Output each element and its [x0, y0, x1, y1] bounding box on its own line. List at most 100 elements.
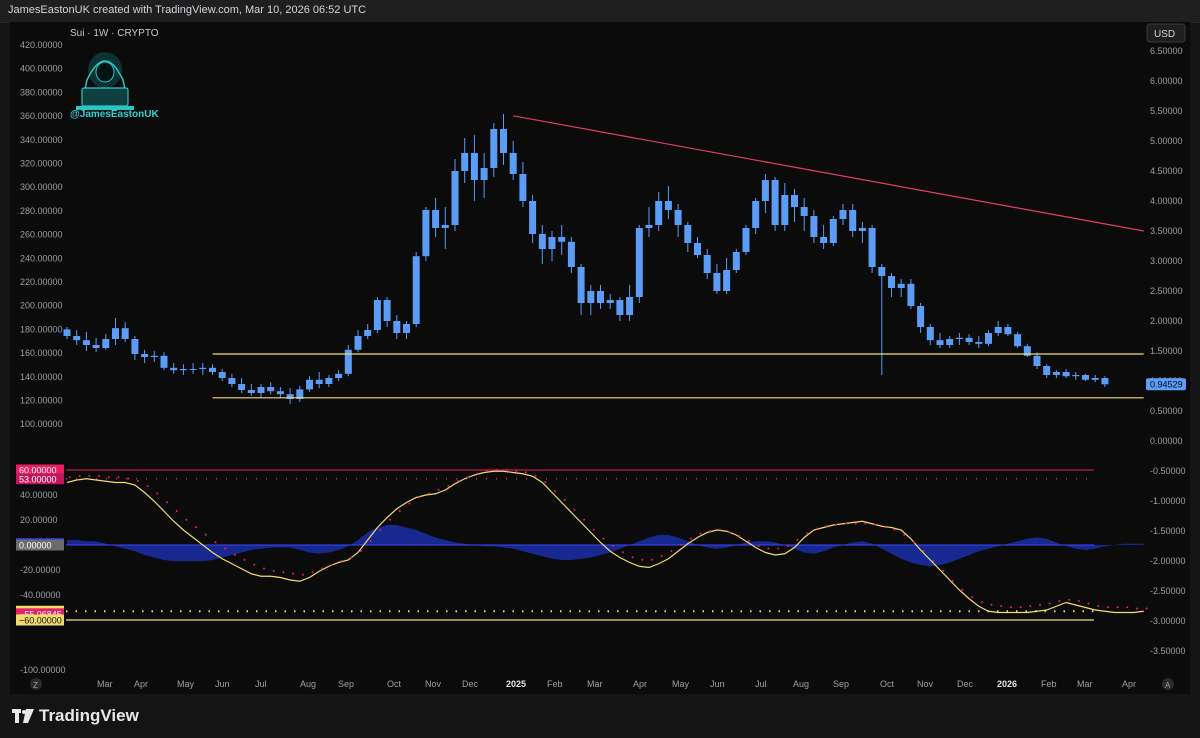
signal-dot — [757, 545, 760, 547]
time-axis-label: 2026 — [997, 679, 1017, 689]
signal-dot — [505, 468, 508, 471]
chart-frame: 420.00000 400.00000 380.00000 360.00000 340.… — [10, 22, 1190, 694]
level-tag-label: −60.00000 — [19, 616, 62, 626]
tradingview-logo[interactable]: TradingView — [12, 706, 139, 726]
candle-body — [470, 153, 478, 180]
signal-dot — [389, 518, 392, 521]
price-chart[interactable]: 420.00000 400.00000 380.00000 360.00000 340.… — [10, 22, 1190, 694]
currency-label: USD — [1154, 29, 1175, 40]
price-axis-tick: 4.00000 — [1150, 196, 1183, 206]
signal-dot — [330, 563, 333, 566]
signal-dot — [136, 480, 139, 482]
candle-body — [616, 300, 624, 315]
price-axis-tick: 0.50000 — [1150, 406, 1183, 416]
candle-body — [529, 201, 537, 234]
candle-body — [451, 171, 459, 225]
time-axis-label: Mar — [587, 679, 603, 689]
candle-body — [509, 153, 517, 174]
tradingview-brand: TradingView — [39, 706, 139, 725]
footer: TradingView — [0, 694, 1200, 738]
signal-dot — [1039, 603, 1041, 606]
candle-body — [1072, 375, 1080, 377]
signal-dot — [98, 475, 101, 477]
signal-dot — [214, 541, 217, 544]
signal-dot — [78, 475, 81, 477]
candle-body — [955, 337, 963, 339]
signal-dot — [903, 533, 906, 536]
left-axis-tick: 120.00000 — [20, 396, 63, 406]
auto-scale-button[interactable]: A — [1162, 678, 1174, 690]
signal-dot — [340, 560, 343, 562]
candle-body — [354, 336, 362, 350]
trend-line — [513, 115, 1144, 232]
price-axis-tick: 6.00000 — [1150, 76, 1183, 86]
price-axis-tick: 0.00000 — [1150, 436, 1183, 446]
signal-dot — [912, 541, 915, 544]
signal-dot — [1058, 600, 1061, 602]
candle-body — [917, 306, 925, 327]
signal-dot — [534, 475, 537, 477]
time-axis-label: Nov — [917, 679, 934, 689]
signal-dot — [777, 547, 780, 550]
price-axis-tick: 4.50000 — [1150, 166, 1183, 176]
scroll-left-button[interactable]: Z — [30, 678, 42, 690]
candle-body — [965, 337, 973, 342]
currency-button[interactable]: USD — [1146, 23, 1186, 43]
signal-dot — [457, 480, 459, 482]
price-axis-tick: -0.50000 — [1150, 466, 1186, 476]
signal-dot — [728, 531, 731, 534]
candle-body — [868, 228, 876, 267]
signal-dot — [544, 481, 547, 484]
signal-dot — [495, 468, 498, 471]
osc-axis-tick: -100.00000 — [20, 665, 66, 675]
candle-body — [102, 339, 110, 348]
candle-body — [393, 321, 401, 333]
time-axis-label: Jun — [710, 679, 725, 689]
candle-body — [567, 241, 575, 267]
left-axis-tick: 300.00000 — [20, 182, 63, 192]
candle-body — [480, 168, 488, 180]
candle-body — [684, 225, 692, 243]
signal-dot — [379, 528, 382, 531]
signal-dot — [874, 523, 877, 526]
osc-axis-tick: 40.00000 — [20, 490, 58, 500]
signal-dot — [883, 526, 886, 529]
candle-body — [131, 339, 139, 354]
signal-dot — [932, 560, 935, 562]
signal-dot — [476, 472, 479, 475]
left-axis-tick: 420.00000 — [20, 40, 63, 50]
time-axis-label: Mar — [1077, 679, 1093, 689]
left-axis-tick: 140.00000 — [20, 372, 63, 382]
left-axis-tick: 180.00000 — [20, 324, 63, 334]
price-axis-tick: -2.00000 — [1150, 556, 1186, 566]
candle-body — [723, 270, 731, 291]
watermark-handle: @JamesEastonUK — [70, 109, 159, 120]
signal-dot — [253, 563, 256, 566]
signal-dot — [1097, 605, 1100, 607]
signal-dot — [243, 558, 246, 561]
candle-body — [771, 180, 779, 225]
signal-dot — [1077, 600, 1080, 602]
price-axis-tick: 2.50000 — [1150, 286, 1183, 296]
osc-axis-tick: 20.00000 — [20, 515, 58, 525]
left-axis-tick: 240.00000 — [20, 253, 63, 263]
candle-body — [335, 373, 343, 378]
signal-dot — [709, 530, 712, 532]
signal-dot — [554, 490, 556, 492]
price-axis-tick: 5.00000 — [1150, 136, 1183, 146]
candle-body — [548, 237, 556, 249]
time-axis-label: Sep — [338, 679, 354, 689]
candle-body — [907, 283, 915, 306]
author-caption: JamesEastonUK created with TradingView.c… — [8, 4, 367, 16]
candle-body — [1082, 375, 1089, 380]
left-axis-tick: 100.00000 — [20, 419, 63, 429]
price-axis-tick: 2.00000 — [1150, 316, 1183, 326]
signal-dot — [301, 573, 304, 576]
signal-dot — [117, 476, 120, 479]
candle-body — [199, 367, 207, 369]
signal-dot — [466, 476, 469, 479]
signal-dot — [980, 601, 983, 604]
candle-body — [645, 225, 653, 228]
candle-body — [228, 378, 236, 384]
candle-body — [209, 367, 216, 372]
